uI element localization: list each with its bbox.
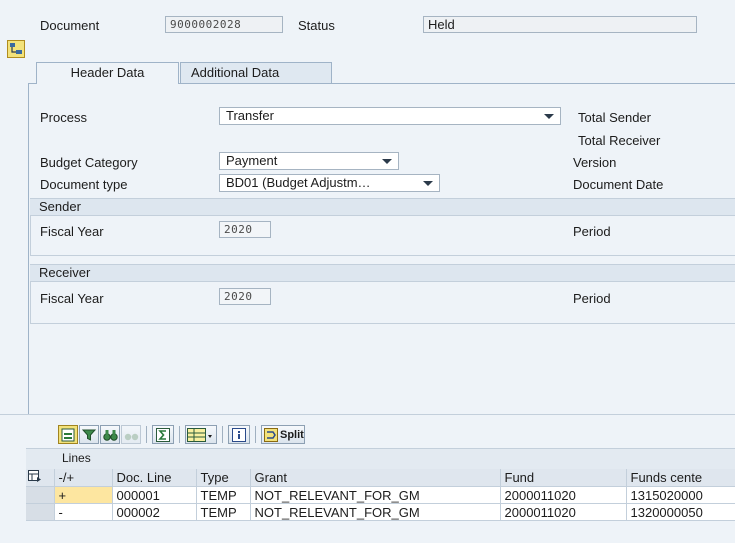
column-header-sign[interactable]: -/+ [54,469,113,487]
row-selector[interactable] [26,503,55,521]
cell-type[interactable]: TEMP [196,486,251,504]
sum-button[interactable] [152,425,174,444]
receiver-section-header: Receiver [30,264,735,282]
document-type-label: Document type [40,177,128,192]
sender-fiscal-year-field[interactable]: 2020 [219,221,271,238]
status-field[interactable]: Held [423,16,697,33]
dropdown-arrow-icon [423,181,433,186]
toggle-header-button[interactable] [7,40,25,58]
sender-section [30,216,735,256]
details-button[interactable] [58,425,78,444]
toolbar-separator [146,426,147,443]
cell-fund[interactable]: 2000011020 [500,503,627,521]
find-button[interactable] [100,425,120,444]
column-header-doc-line[interactable]: Doc. Line [112,469,197,487]
sender-section-header: Sender [30,198,735,216]
status-label: Status [298,18,335,33]
budget-category-dropdown[interactable]: Payment [219,152,399,170]
sender-period-label: Period [573,224,611,239]
row-selector[interactable] [26,486,55,504]
process-label: Process [40,110,87,125]
split-label: Split [280,428,304,441]
budget-category-label: Budget Category [40,155,138,170]
toolbar-separator [255,426,256,443]
column-settings-icon [28,470,41,482]
filter-button[interactable] [79,425,99,444]
process-value: Transfer [226,108,274,123]
version-label: Version [573,155,617,170]
budget-category-value: Payment [226,153,278,168]
tab-additional-data[interactable]: Additional Data [180,62,332,84]
find-next-icon [124,433,138,440]
column-header-type[interactable]: Type [196,469,251,487]
details-icon [61,428,75,441]
split-button[interactable]: Split [261,425,305,444]
layout-button[interactable] [185,425,217,444]
column-header-fund[interactable]: Fund [500,469,627,487]
filter-icon [82,429,96,441]
cell-type[interactable]: TEMP [196,503,251,521]
info-icon [232,427,246,442]
dropdown-arrow-icon [544,114,554,119]
info-button[interactable] [228,425,250,444]
receiver-fiscal-year-label: Fiscal Year [40,291,104,306]
cell-fund[interactable]: 2000011020 [500,486,627,504]
cell-sign[interactable]: - [54,503,113,521]
receiver-period-label: Period [573,291,611,306]
lines-table: -/+ Doc. Line Type Grant Fund Funds cent… [26,469,735,521]
lines-header-row: -/+ Doc. Line Type Grant Fund Funds cent… [26,469,735,487]
split-icon [264,427,278,442]
cell-funds-center[interactable]: 1320000050 [626,503,735,521]
document-number-field[interactable]: 9000002028 [165,16,283,33]
document-type-dropdown[interactable]: BD01 (Budget Adjustm… [219,174,440,192]
receiver-fiscal-year-field[interactable]: 2020 [219,288,271,305]
table-row[interactable]: + 000001 TEMP NOT_RELEVANT_FOR_GM 200001… [26,486,735,504]
cell-funds-center[interactable]: 1315020000 [626,486,735,504]
column-header-funds-center[interactable]: Funds cente [626,469,735,487]
toolbar-separator [222,426,223,443]
sender-fiscal-year-label: Fiscal Year [40,224,104,239]
select-all-column[interactable] [26,469,55,487]
find-next-button[interactable] [121,425,141,444]
cell-doc-line[interactable]: 000001 [112,486,197,504]
lines-title-bar [26,448,735,469]
total-sender-label: Total Sender [578,110,651,125]
cell-doc-line[interactable]: 000002 [112,503,197,521]
column-header-grant[interactable]: Grant [250,469,501,487]
receiver-section [30,282,735,324]
table-layout-icon [187,427,212,442]
total-receiver-label: Total Receiver [578,133,661,148]
cell-grant[interactable]: NOT_RELEVANT_FOR_GM [250,503,501,521]
lines-title: Lines [62,451,91,465]
sigma-icon [156,427,170,442]
toolbar-separator [179,426,180,443]
hierarchy-icon [10,43,22,54]
document-label: Document [40,18,100,33]
dropdown-arrow-icon [382,159,392,164]
document-date-label: Document Date [573,177,664,192]
cell-grant[interactable]: NOT_RELEVANT_FOR_GM [250,486,501,504]
cell-sign[interactable]: + [54,486,113,504]
process-dropdown[interactable]: Transfer [219,107,561,125]
document-type-value: BD01 (Budget Adjustm… [226,175,371,190]
tab-header-data[interactable]: Header Data [36,62,179,84]
table-row[interactable]: - 000002 TEMP NOT_RELEVANT_FOR_GM 200001… [26,503,735,521]
binoculars-icon [102,429,118,441]
